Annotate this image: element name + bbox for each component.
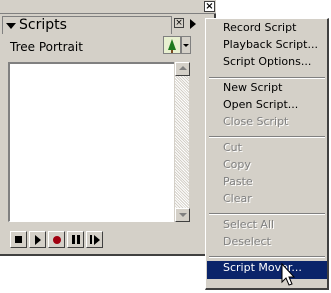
- step-icon-arrow: [94, 235, 100, 245]
- scroll-up-button[interactable]: [175, 62, 190, 76]
- document-selector: Tree Portrait: [0, 36, 199, 56]
- script-list-scrollbar[interactable]: [174, 62, 190, 222]
- arrow-down-icon: [179, 213, 187, 217]
- menu-separator: [209, 213, 325, 215]
- menu-separator: [209, 77, 325, 79]
- play-icon: [35, 235, 41, 245]
- chevron-down-icon: [183, 44, 189, 47]
- pause-icon: [72, 235, 75, 244]
- menu-item-select-all: Select All: [223, 218, 275, 231]
- script-list[interactable]: [8, 62, 189, 222]
- step-button[interactable]: [86, 231, 103, 248]
- collapse-triangle-icon[interactable]: [6, 23, 16, 29]
- menu-item-deselect: Deselect: [223, 235, 271, 248]
- arrow-up-icon: [179, 66, 187, 70]
- menu-item-paste: Paste: [223, 175, 253, 188]
- menu-item-close-script: Close Script: [223, 115, 289, 128]
- scripts-palette: × Scripts × Tree Portrait: [0, 0, 216, 256]
- step-icon: [90, 235, 92, 244]
- menu-item-clear: Clear: [223, 192, 252, 205]
- tree-icon: [168, 39, 176, 50]
- stop-button[interactable]: [10, 231, 27, 248]
- tab-scripts-label: Scripts: [19, 17, 67, 33]
- menu-item-script-mover[interactable]: Script Mover...: [207, 261, 327, 279]
- pause-icon-bar: [77, 235, 80, 244]
- palette-tab-bar: Scripts: [0, 14, 199, 34]
- menu-separator: [209, 136, 325, 138]
- menu-item-open-script[interactable]: Open Script...: [207, 98, 327, 116]
- scroll-down-button[interactable]: [175, 208, 190, 222]
- record-icon: [53, 236, 61, 244]
- palette-close-button[interactable]: ×: [204, 1, 215, 12]
- palette-menu-arrow-icon[interactable]: [190, 19, 196, 29]
- menu-item-cut: Cut: [223, 141, 242, 154]
- document-thumbnail-icon[interactable]: [163, 36, 181, 54]
- tree-trunk: [171, 50, 173, 53]
- play-button[interactable]: [29, 231, 46, 248]
- stop-icon: [15, 236, 22, 243]
- menu-item-new-script[interactable]: New Script: [207, 81, 327, 99]
- menu-item-playback-script[interactable]: Playback Script...: [207, 38, 327, 56]
- menu-item-copy: Copy: [223, 158, 251, 171]
- tab-close-button[interactable]: ×: [174, 18, 184, 28]
- mouse-pointer-icon: [281, 263, 296, 286]
- tab-scripts[interactable]: Scripts: [2, 16, 172, 34]
- document-name: Tree Portrait: [10, 40, 83, 54]
- document-dropdown-button[interactable]: [181, 36, 191, 54]
- pause-button[interactable]: [67, 231, 84, 248]
- menu-item-script-options[interactable]: Script Options...: [207, 55, 327, 73]
- menu-item-record-script[interactable]: Record Script: [207, 21, 327, 39]
- palette-title-bar[interactable]: ×: [0, 0, 216, 14]
- menu-separator: [209, 256, 325, 258]
- palette-flyout-menu: Record Script Playback Script... Script …: [205, 18, 329, 290]
- record-button[interactable]: [48, 231, 65, 248]
- playback-controls: [10, 231, 108, 249]
